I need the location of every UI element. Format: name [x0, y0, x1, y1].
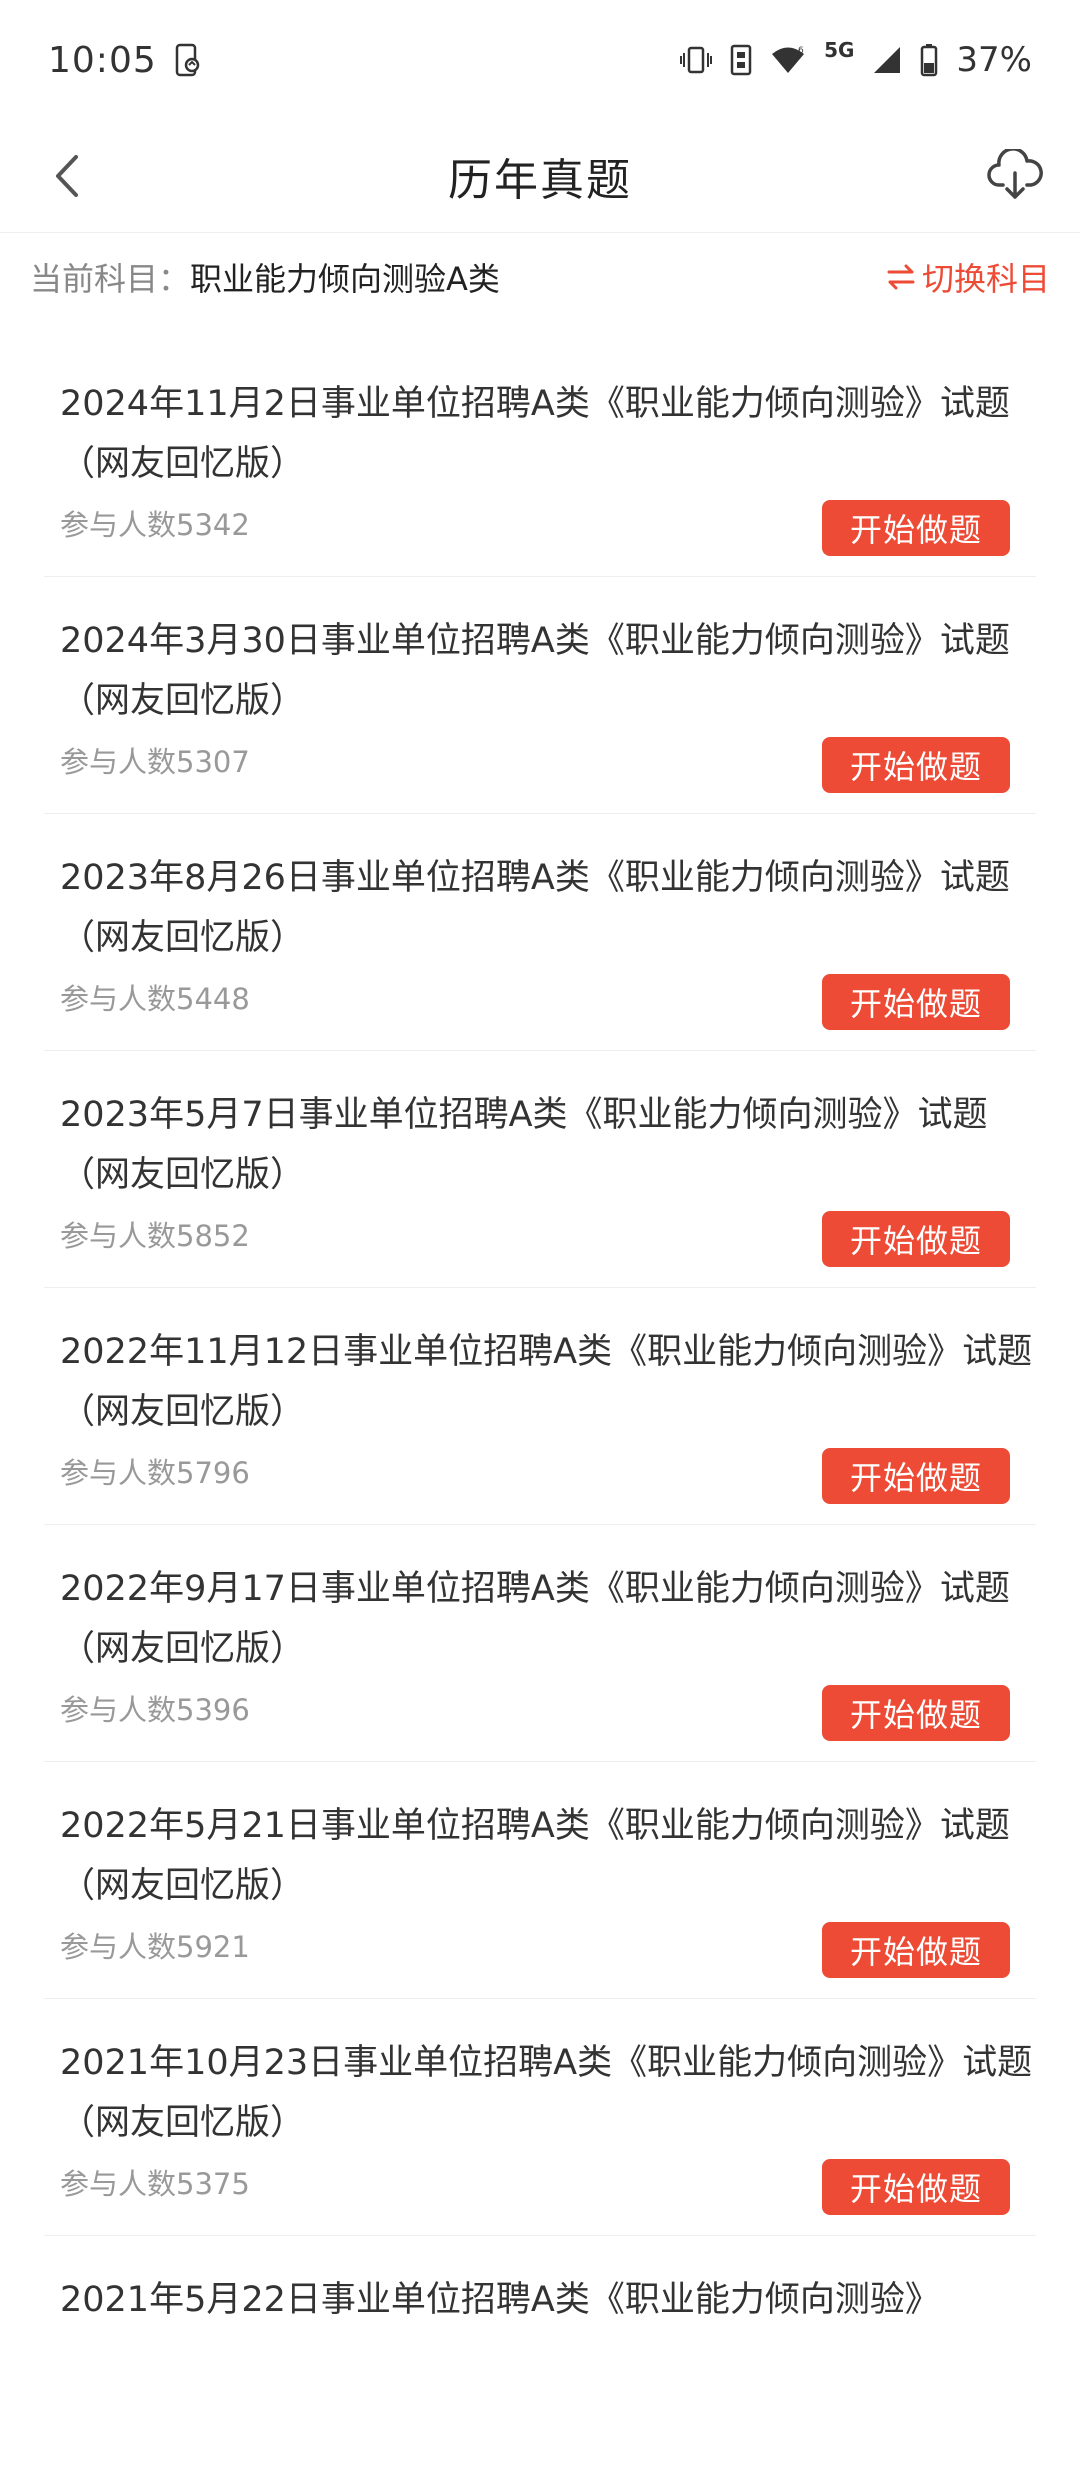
status-left: 10:05	[48, 40, 201, 81]
exam-item[interactable]: 2022年9月17日事业单位招聘A类《职业能力倾向测验》试题（网友回忆版） 参与…	[44, 1525, 1036, 1762]
exam-item[interactable]: 2023年5月7日事业单位招聘A类《职业能力倾向测验》试题（网友回忆版） 参与人…	[44, 1051, 1036, 1288]
vibrate-icon	[680, 45, 713, 75]
start-exam-button[interactable]: 开始做题	[822, 2159, 1010, 2215]
exam-item[interactable]: 2023年8月26日事业单位招聘A类《职业能力倾向测验》试题（网友回忆版） 参与…	[44, 814, 1036, 1051]
swap-icon	[887, 264, 915, 290]
switch-subject-label: 切换科目	[921, 260, 1050, 298]
participant-count: 参与人数5796	[60, 1456, 250, 1490]
network-type: 5G	[824, 38, 855, 62]
exam-title: 2022年9月17日事业单位招聘A类《职业能力倾向测验》试题（网友回忆版）	[60, 1569, 1010, 1669]
phone-lock-icon	[175, 43, 201, 77]
app-header: 历年真题	[0, 120, 1080, 233]
start-exam-button[interactable]: 开始做题	[822, 1922, 1010, 1978]
start-exam-button[interactable]: 开始做题	[822, 500, 1010, 556]
start-exam-button[interactable]: 开始做题	[822, 974, 1010, 1030]
start-exam-button[interactable]: 开始做题	[822, 737, 1010, 793]
cloud-download-icon	[987, 149, 1043, 199]
participant-count: 参与人数5342	[60, 508, 250, 542]
switch-subject-button[interactable]: 切换科目	[886, 254, 1050, 300]
battery-percent: 37%	[956, 40, 1032, 80]
page-title: 历年真题	[448, 155, 632, 206]
exam-title: 2022年5月21日事业单位招聘A类《职业能力倾向测验》试题（网友回忆版）	[60, 1806, 1010, 1906]
exam-title: 2022年11月12日事业单位招聘A类《职业能力倾向测验》试题（网友回忆版）	[60, 1332, 1033, 1432]
participant-count: 参与人数5448	[60, 982, 250, 1016]
exam-item[interactable]: 2022年5月21日事业单位招聘A类《职业能力倾向测验》试题（网友回忆版） 参与…	[44, 1762, 1036, 1999]
status-bar: 10:05 6 5G 37%	[0, 0, 1080, 120]
signal-icon	[872, 45, 902, 75]
back-arrow-icon	[56, 155, 78, 197]
exam-item[interactable]: 2022年11月12日事业单位招聘A类《职业能力倾向测验》试题（网友回忆版） 参…	[44, 1288, 1036, 1525]
wifi-icon: 6	[770, 45, 806, 75]
participant-count: 参与人数5307	[60, 745, 250, 779]
subject-bar: 当前科目： 职业能力倾向测验A类 切换科目	[0, 234, 1080, 320]
exam-title: 2023年8月26日事业单位招聘A类《职业能力倾向测验》试题（网友回忆版）	[60, 858, 1010, 958]
sim-icon	[730, 44, 752, 76]
exam-title: 2024年3月30日事业单位招聘A类《职业能力倾向测验》试题（网友回忆版）	[60, 621, 1010, 721]
svg-text:6: 6	[798, 46, 804, 56]
participant-count: 参与人数5375	[60, 2167, 250, 2201]
participant-count: 参与人数5852	[60, 1219, 250, 1253]
participant-count: 参与人数5396	[60, 1693, 250, 1727]
exam-item[interactable]: 2024年11月2日事业单位招聘A类《职业能力倾向测验》试题（网友回忆版） 参与…	[44, 340, 1036, 577]
exam-title: 2021年5月22日事业单位招聘A类《职业能力倾向测验》	[60, 2280, 940, 2320]
battery-icon	[920, 43, 938, 77]
status-right: 6 5G 37%	[680, 38, 1032, 80]
exam-title: 2021年10月23日事业单位招聘A类《职业能力倾向测验》试题（网友回忆版）	[60, 2043, 1033, 2143]
subject-value: 职业能力倾向测验A类	[190, 260, 500, 298]
back-button[interactable]	[36, 144, 100, 208]
start-exam-button[interactable]: 开始做题	[822, 1211, 1010, 1267]
participant-count: 参与人数5921	[60, 1930, 250, 1964]
subject-label: 当前科目：	[30, 260, 191, 298]
start-exam-button[interactable]: 开始做题	[822, 1685, 1010, 1741]
exam-item[interactable]: 2021年5月22日事业单位招聘A类《职业能力倾向测验》	[44, 2236, 1036, 2473]
exam-item[interactable]: 2021年10月23日事业单位招聘A类《职业能力倾向测验》试题（网友回忆版） 参…	[44, 1999, 1036, 2236]
start-exam-button[interactable]: 开始做题	[822, 1448, 1010, 1504]
exam-item[interactable]: 2024年3月30日事业单位招聘A类《职业能力倾向测验》试题（网友回忆版） 参与…	[44, 577, 1036, 814]
exam-list: 2024年11月2日事业单位招聘A类《职业能力倾向测验》试题（网友回忆版） 参与…	[0, 340, 1080, 2473]
status-time: 10:05	[48, 39, 157, 81]
exam-title: 2024年11月2日事业单位招聘A类《职业能力倾向测验》试题（网友回忆版）	[60, 384, 1010, 484]
download-button[interactable]	[980, 140, 1050, 210]
exam-title: 2023年5月7日事业单位招聘A类《职业能力倾向测验》试题（网友回忆版）	[60, 1095, 988, 1195]
